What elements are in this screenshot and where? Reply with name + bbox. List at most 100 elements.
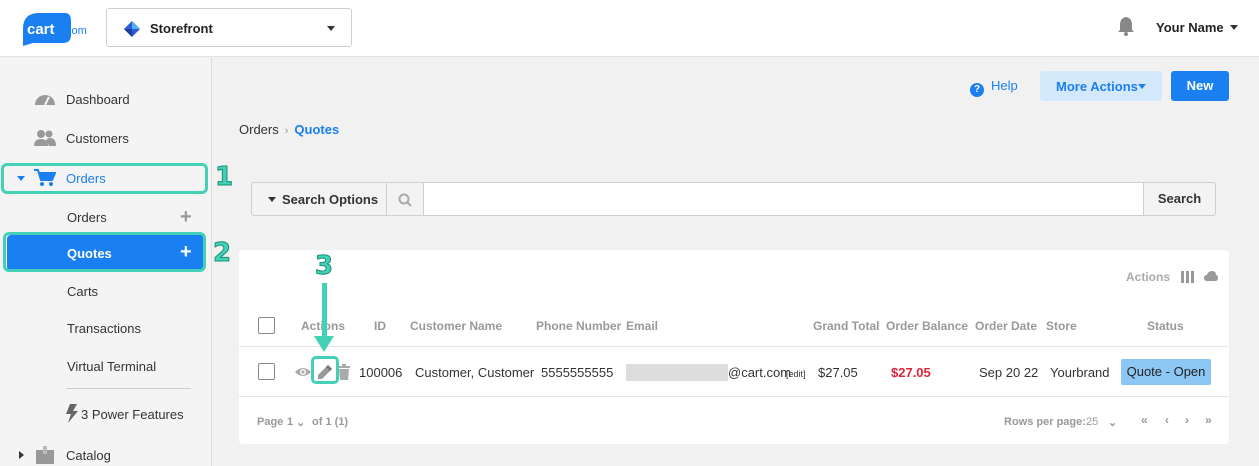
callout-arrow-head: [314, 336, 334, 352]
callout-highlight-quotes: [3, 232, 206, 272]
sidebar-item-label: 3 Power Features: [81, 407, 184, 422]
chevron-down-icon: [1138, 84, 1146, 89]
next-page-icon[interactable]: ›: [1185, 413, 1189, 427]
row-phone: 5555555555: [541, 365, 614, 380]
email-edit-link[interactable]: [edit]: [786, 369, 806, 379]
redacted-email-block: [626, 364, 728, 381]
sidebar-item-dashboard[interactable]: Dashboard: [0, 84, 212, 114]
sidebar-subitem-power-features[interactable]: 3 Power Features: [0, 399, 212, 429]
sidebar-subitem-orders[interactable]: Orders +: [0, 202, 212, 232]
callout-number: 3: [314, 251, 334, 282]
sidebar-divider: [66, 388, 191, 389]
select-all-checkbox[interactable]: [258, 317, 275, 334]
status-badge: Quote - Open: [1121, 359, 1211, 385]
search-options-button[interactable]: Search Options: [251, 182, 387, 216]
page-number-select[interactable]: 1: [287, 416, 293, 428]
store-name: Storefront: [150, 21, 213, 36]
row-store: Yourbrand: [1050, 365, 1110, 380]
view-eye-icon[interactable]: [295, 364, 311, 380]
column-header-email[interactable]: Email: [626, 319, 658, 333]
page-label: Page: [257, 416, 284, 428]
store-selector[interactable]: Storefront: [106, 8, 352, 47]
last-page-icon[interactable]: »: [1205, 413, 1212, 427]
column-header-customer-name[interactable]: Customer Name: [410, 319, 502, 333]
chevron-down-icon: [268, 197, 276, 202]
page-count: of 1 (1): [312, 416, 349, 428]
svg-text:.com: .com: [63, 25, 87, 37]
chevron-down-icon: [327, 26, 335, 31]
chevron-down-icon[interactable]: [1230, 25, 1238, 30]
top-bar: cart .com Storefront Your Name: [0, 0, 1259, 57]
column-header-phone[interactable]: Phone Number: [536, 319, 621, 333]
users-icon: [34, 130, 56, 146]
sidebar-item-label: Carts: [67, 284, 99, 299]
sidebar-item-label: Customers: [66, 131, 129, 146]
bell-icon[interactable]: [1117, 16, 1135, 36]
search-options-label: Search Options: [282, 192, 379, 207]
callout-number: 2: [212, 238, 232, 269]
column-header-store[interactable]: Store: [1046, 319, 1077, 333]
row-divider: [239, 346, 1229, 347]
search-button[interactable]: Search: [1143, 182, 1216, 216]
column-header-grand-total[interactable]: Grand Total: [813, 319, 879, 333]
row-grand-total: $27.05: [818, 365, 858, 380]
help-label: Help: [991, 78, 1018, 93]
search-input[interactable]: [423, 182, 1144, 216]
row-order-date: Sep 20 22: [979, 365, 1039, 380]
sidebar-item-label: Dashboard: [66, 92, 130, 107]
column-header-order-balance[interactable]: Order Balance: [886, 319, 968, 333]
row-checkbox[interactable]: [258, 363, 275, 380]
row-email-domain: @cart.com: [728, 365, 792, 380]
lightning-icon: [66, 404, 78, 423]
callout-arrow: [322, 283, 327, 338]
svg-text:cart: cart: [27, 21, 55, 38]
prev-page-icon[interactable]: ‹: [1165, 413, 1169, 427]
column-header-id[interactable]: ID: [374, 319, 386, 333]
cart-com-logo[interactable]: cart .com: [19, 9, 87, 47]
breadcrumb-orders[interactable]: Orders: [239, 122, 279, 137]
callout-highlight-orders: [1, 163, 208, 194]
first-page-icon[interactable]: «: [1141, 413, 1148, 427]
callout-number: 1: [214, 162, 234, 193]
breadcrumb-separator-icon: ›: [284, 125, 289, 137]
chevron-down-icon[interactable]: ⌄: [296, 416, 305, 429]
help-icon: ?: [970, 83, 984, 97]
user-menu-name[interactable]: Your Name: [1156, 20, 1224, 35]
chevron-right-icon: [19, 451, 24, 459]
column-header-status[interactable]: Status: [1147, 319, 1184, 333]
sidebar-item-label: Orders: [67, 210, 107, 225]
more-actions-button[interactable]: More Actions: [1040, 71, 1162, 101]
search-icon-box: [387, 182, 423, 216]
search-icon: [398, 193, 412, 207]
more-actions-label: More Actions: [1056, 79, 1138, 94]
store-gem-icon: [124, 21, 140, 37]
breadcrumb: Orders › Quotes: [239, 122, 339, 137]
sidebar-item-label: Catalog: [66, 448, 111, 463]
rows-per-page-select[interactable]: 25: [1086, 416, 1098, 428]
sidebar-item-label: Virtual Terminal: [67, 359, 157, 374]
sidebar-item-catalog[interactable]: Catalog: [0, 440, 212, 466]
help-link[interactable]: ? Help: [970, 78, 1018, 97]
table-actions-label[interactable]: Actions: [1126, 270, 1170, 284]
column-header-order-date[interactable]: Order Date: [975, 319, 1037, 333]
columns-icon[interactable]: [1181, 271, 1195, 283]
chevron-down-icon[interactable]: ⌄: [1108, 416, 1117, 429]
cloud-download-icon[interactable]: [1204, 271, 1218, 283]
rows-per-page-label: Rows per page:: [1004, 416, 1086, 428]
row-order-balance: $27.05: [891, 365, 931, 380]
row-customer-name: Customer, Customer: [415, 365, 535, 380]
breadcrumb-current: Quotes: [294, 122, 340, 137]
sidebar-subitem-transactions[interactable]: Transactions: [0, 313, 212, 343]
sidebar-subitem-carts[interactable]: Carts: [0, 276, 212, 306]
quotes-table-card: [239, 250, 1229, 444]
add-order-icon[interactable]: +: [180, 207, 192, 227]
new-quote-button[interactable]: New: [1171, 71, 1229, 101]
box-icon: [36, 446, 54, 464]
sidebar-item-customers[interactable]: Customers: [0, 123, 212, 153]
row-id[interactable]: 100006: [359, 365, 402, 380]
dashboard-icon: [35, 95, 55, 106]
sidebar-item-label: Transactions: [67, 321, 141, 336]
callout-highlight-edit: [311, 356, 339, 384]
sidebar-subitem-virtual-terminal[interactable]: Virtual Terminal: [0, 351, 212, 381]
row-divider: [239, 396, 1229, 397]
